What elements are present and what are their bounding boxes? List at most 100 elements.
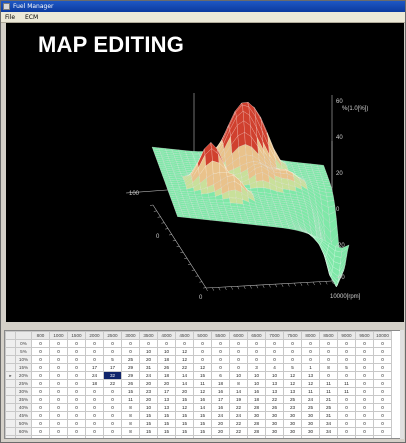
table-cell[interactable]: 20 — [211, 419, 230, 428]
table-cell[interactable]: 31 — [139, 363, 158, 372]
table-cell[interactable]: 28 — [247, 419, 266, 428]
table-cell[interactable]: 19 — [229, 395, 248, 404]
table-cell[interactable]: 0 — [31, 355, 50, 364]
table-cell[interactable]: 0 — [49, 379, 68, 388]
table-cell[interactable]: 0 — [211, 355, 230, 364]
table-cell[interactable]: 30 — [265, 411, 284, 420]
table-cell[interactable]: 0 — [103, 427, 122, 436]
table-cell[interactable]: 0 — [229, 363, 248, 372]
menu-ecm[interactable]: ECM — [25, 14, 38, 21]
table-cell[interactable]: 11 — [121, 395, 140, 404]
table-cell[interactable]: 0 — [247, 347, 266, 356]
table-cell[interactable]: 0 — [355, 387, 374, 396]
table-row[interactable]: 70%0000081515151520222830353035000 — [5, 435, 392, 438]
table-cell[interactable]: 0 — [355, 411, 374, 420]
table-cell[interactable]: 0 — [373, 435, 392, 438]
table-cell[interactable]: 0 — [67, 355, 86, 364]
table-vertical-scrollbar[interactable] — [400, 330, 404, 439]
table-cell[interactable]: 0 — [355, 403, 374, 412]
table-cell[interactable]: 11 — [337, 387, 356, 396]
table-cell[interactable]: 0 — [31, 387, 50, 396]
table-row[interactable]: 0% 0 0 0 0 0 0 0 0 0 0 0 0 0 0 0 0 0 0 0 0 — [5, 339, 392, 348]
table-cell[interactable]: 0 — [247, 355, 266, 364]
table-cell[interactable]: 8 — [121, 435, 140, 438]
table-cell[interactable]: 0 — [319, 347, 338, 356]
table-cell[interactable]: 5 — [283, 363, 302, 372]
table-cell[interactable]: 22 — [265, 395, 284, 404]
table-cell[interactable]: 0 — [373, 395, 392, 404]
table-cell[interactable]: 11 — [337, 379, 356, 388]
table-cell[interactable]: 0 — [103, 435, 122, 438]
table-cell[interactable]: 15 — [193, 419, 212, 428]
table-cell[interactable]: 26 — [265, 403, 284, 412]
table-cell[interactable]: 22 — [175, 363, 194, 372]
table-cell[interactable]: 0 — [337, 411, 356, 420]
table-cell[interactable]: 12 — [283, 371, 302, 380]
table-cell[interactable]: 0 — [49, 387, 68, 396]
table-cell[interactable]: 30 — [265, 427, 284, 436]
table-cell[interactable]: 26 — [121, 379, 140, 388]
table-cell[interactable]: 0 — [211, 339, 230, 348]
table-cell[interactable]: 22 — [229, 427, 248, 436]
table-cell[interactable]: 12 — [175, 347, 194, 356]
table-cell[interactable]: 28 — [247, 403, 266, 412]
table-cell[interactable]: 0 — [85, 387, 104, 396]
table-cell[interactable]: 0 — [85, 347, 104, 356]
table-cell[interactable]: 6 — [211, 371, 230, 380]
table-cell[interactable]: 15 — [193, 371, 212, 380]
table-cell[interactable]: 0 — [67, 411, 86, 420]
table-cell[interactable]: 0 — [283, 339, 302, 348]
table-cell[interactable]: 0 — [355, 363, 374, 372]
table-cell[interactable]: 0 — [319, 355, 338, 364]
table-cell[interactable]: 14 — [175, 379, 194, 388]
table-cell[interactable]: 0 — [229, 347, 248, 356]
table-cell[interactable]: 0 — [193, 339, 212, 348]
table-cell[interactable]: 4 — [265, 363, 284, 372]
table-cell[interactable]: 12 — [283, 379, 302, 388]
table-cell[interactable]: 34 — [319, 427, 338, 436]
table-cell[interactable]: 0 — [85, 395, 104, 404]
table-cell[interactable]: 18 — [157, 355, 176, 364]
table-cell[interactable]: 18 — [211, 379, 230, 388]
table-cell[interactable]: 15 — [175, 427, 194, 436]
table-cell[interactable]: 0 — [49, 339, 68, 348]
table-cell[interactable]: 0 — [67, 419, 86, 428]
table-cell[interactable]: 0 — [67, 435, 86, 438]
table-cell[interactable]: 0 — [283, 355, 302, 364]
table-cell[interactable]: 0 — [31, 411, 50, 420]
table-cell[interactable]: 30 — [283, 411, 302, 420]
table-cell[interactable]: 0 — [337, 347, 356, 356]
table-cell[interactable]: 15 — [193, 411, 212, 420]
table-cell[interactable]: 0 — [355, 339, 374, 348]
table-row[interactable]: 40% 0 0 0 0 0 8 10 13 12 14 16 22 28 26 23 25 25 0 0 0 — [5, 403, 392, 412]
table-cell[interactable]: 13 — [265, 379, 284, 388]
table-cell[interactable]: 0 — [301, 339, 320, 348]
table-cell[interactable]: 13 — [283, 387, 302, 396]
table-cell[interactable]: 8 — [121, 411, 140, 420]
table-cell[interactable]: 0 — [373, 403, 392, 412]
table-cell[interactable]: 0 — [229, 355, 248, 364]
table-cell[interactable]: 11 — [193, 379, 212, 388]
table-cell[interactable]: 13 — [157, 403, 176, 412]
table-cell[interactable]: 0 — [355, 419, 374, 428]
table-cell[interactable]: 15 — [193, 435, 212, 438]
table-cell[interactable]: 30 — [265, 435, 284, 438]
table-cell[interactable]: 0 — [355, 427, 374, 436]
fuel-map-surface[interactable] — [151, 101, 350, 288]
table-cell[interactable]: 0 — [355, 355, 374, 364]
table-cell[interactable]: 0 — [337, 395, 356, 404]
table-cell[interactable]: 8 — [121, 403, 140, 412]
table-cell[interactable]: 0 — [355, 379, 374, 388]
table-cell[interactable]: 0 — [31, 371, 50, 380]
table-cell[interactable]: 11 — [319, 379, 338, 388]
table-cell[interactable]: 25 — [283, 395, 302, 404]
map-surface-chart[interactable]: 60 40 20 0 -20 -40 %(1.0[%]) 10000[rpm] … — [6, 23, 404, 322]
table-cell[interactable]: 35 — [283, 435, 302, 438]
table-cell[interactable]: 0 — [283, 347, 302, 356]
table-cell[interactable]: 0 — [67, 395, 86, 404]
selected-cell[interactable]: 32 — [103, 371, 122, 380]
table-cell[interactable]: 20 — [175, 387, 194, 396]
table-cell[interactable]: 30 — [247, 411, 266, 420]
table-cell[interactable]: 0 — [265, 339, 284, 348]
table-cell[interactable]: 0 — [373, 379, 392, 388]
